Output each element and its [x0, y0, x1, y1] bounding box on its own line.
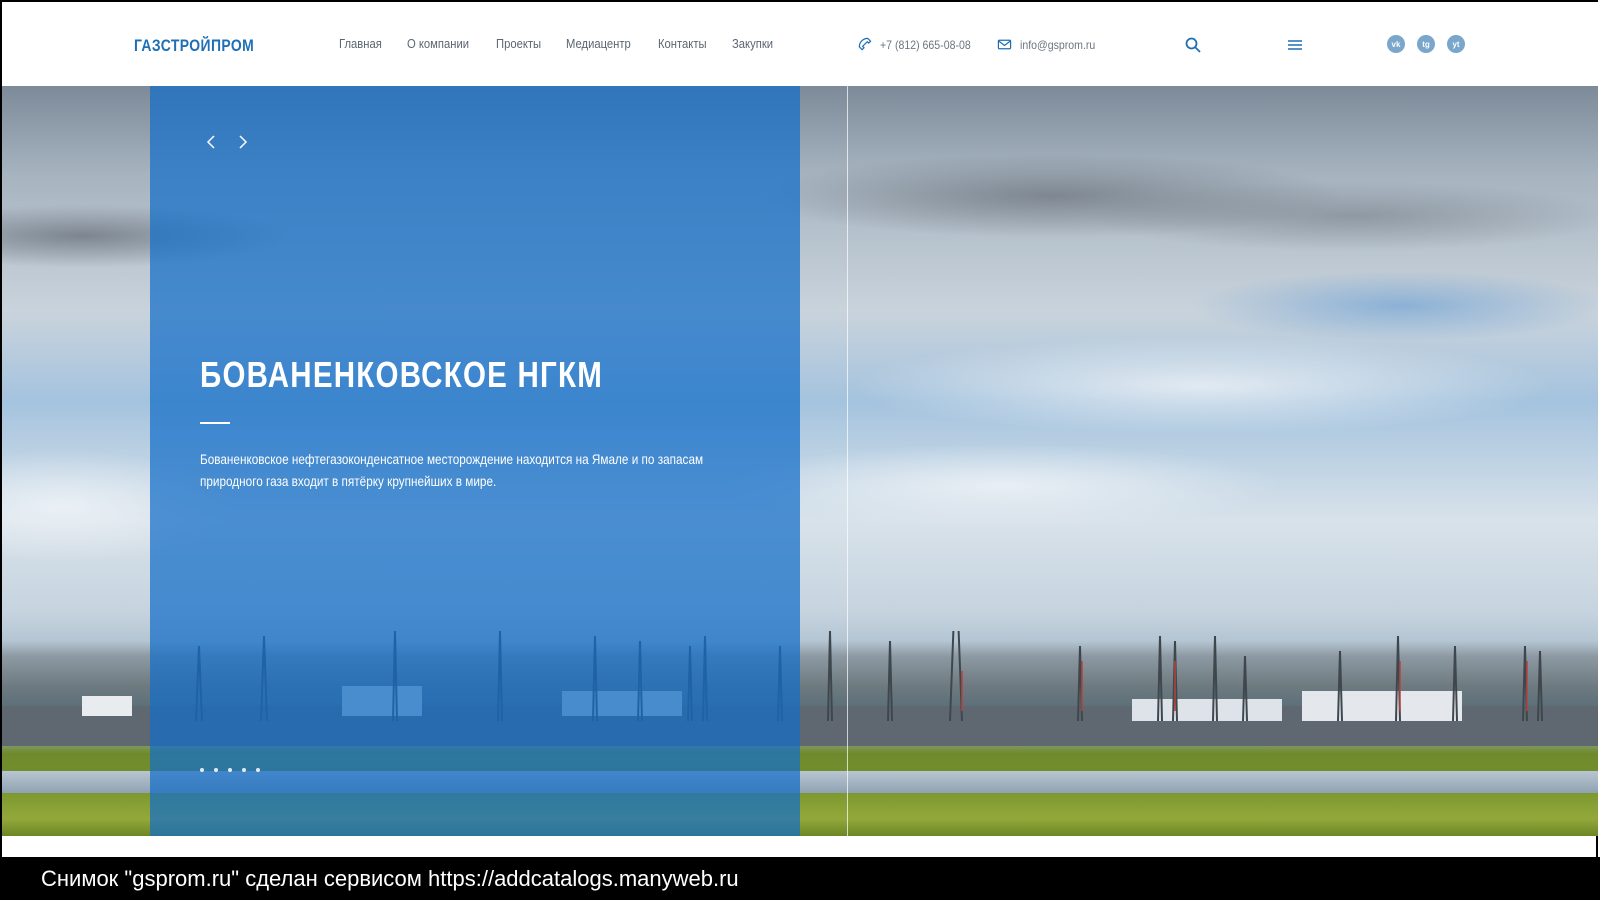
- slider-arrows: [204, 134, 250, 150]
- slider-dot[interactable]: [242, 768, 246, 772]
- chevron-left-icon[interactable]: [204, 134, 220, 150]
- slider-dot[interactable]: [200, 768, 204, 772]
- hero-slider: БОВАНЕНКОВСКОЕ НГКМ Бованенковское нефте…: [2, 86, 1598, 836]
- vk-icon[interactable]: vk: [1387, 35, 1405, 53]
- slider-dot[interactable]: [228, 768, 232, 772]
- menu-icon[interactable]: [1286, 36, 1304, 54]
- nav-item-purchases[interactable]: Закупки: [732, 37, 773, 51]
- telegram-label: tg: [1422, 39, 1430, 49]
- screenshot-caption: Снимок "gsprom.ru" сделан сервисом https…: [0, 857, 1600, 900]
- site-header: ГАЗСТРОЙПРОМ Главная О компании Проекты …: [2, 2, 1598, 86]
- chevron-right-icon[interactable]: [234, 134, 250, 150]
- slide-description: Бованенковское нефтегазоконденсатное мес…: [200, 451, 704, 489]
- slider-dot[interactable]: [214, 768, 218, 772]
- vk-label: vk: [1391, 39, 1401, 49]
- slider-dot[interactable]: [256, 768, 260, 772]
- youtube-label: yt: [1452, 39, 1460, 49]
- company-logo[interactable]: ГАЗСТРОЙПРОМ: [134, 36, 254, 56]
- title-divider: [200, 422, 230, 424]
- slider-pagination: [200, 768, 260, 772]
- youtube-icon[interactable]: yt: [1447, 35, 1465, 53]
- main-nav: Главная О компании Проекты Медиацентр Ко…: [339, 37, 797, 51]
- nav-item-media[interactable]: Медиацентр: [566, 37, 631, 51]
- nav-item-about[interactable]: О компании: [407, 37, 469, 51]
- mail-icon: [997, 39, 1012, 50]
- slide-info-panel: БОВАНЕНКОВСКОЕ НГКМ Бованенковское нефте…: [150, 86, 800, 836]
- email-address: info@gsprom.ru: [1020, 37, 1096, 52]
- nav-item-projects[interactable]: Проекты: [496, 37, 541, 51]
- phone-icon: [858, 37, 872, 51]
- slide-title: БОВАНЕНКОВСКОЕ НГКМ: [200, 354, 604, 395]
- phone-contact[interactable]: +7 (812) 665-08-08: [857, 37, 983, 52]
- social-links: vk tg yt: [1387, 35, 1465, 53]
- telegram-icon[interactable]: tg: [1417, 35, 1435, 53]
- phone-number: +7 (812) 665-08-08: [880, 37, 971, 52]
- email-contact[interactable]: info@gsprom.ru: [997, 37, 1106, 52]
- search-icon[interactable]: [1184, 36, 1202, 54]
- nav-item-home[interactable]: Главная: [339, 37, 382, 51]
- hero-divider-line: [847, 86, 848, 836]
- nav-item-contacts[interactable]: Контакты: [658, 37, 707, 51]
